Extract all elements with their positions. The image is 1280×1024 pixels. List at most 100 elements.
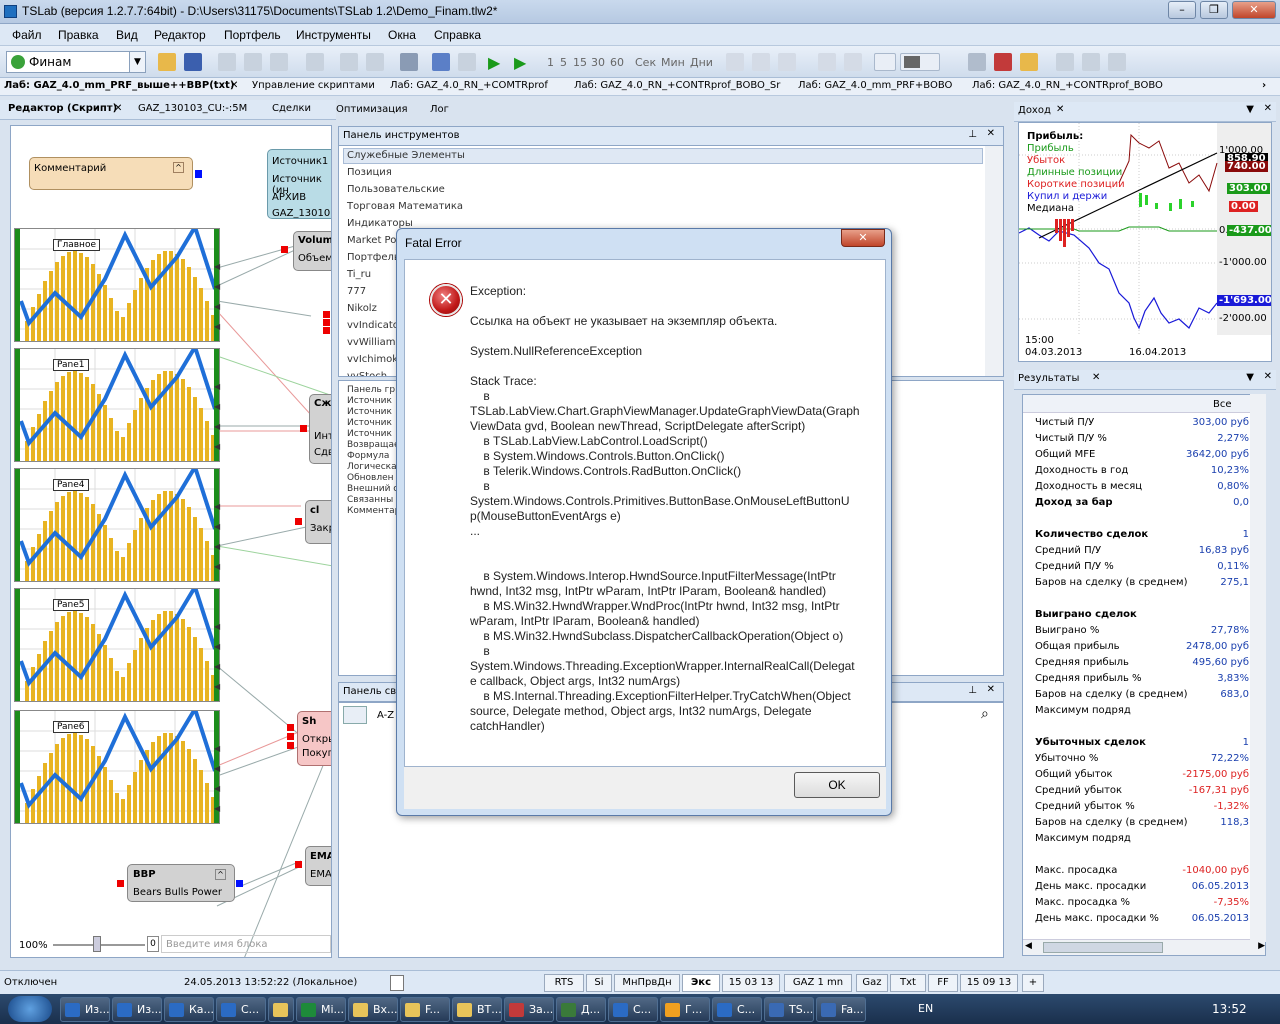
close-icon[interactable]: ✕ (1264, 371, 1272, 382)
tool-subitem[interactable]: Возвращае (347, 440, 400, 450)
input-port[interactable] (323, 311, 330, 318)
interval-1[interactable]: 1 (547, 56, 554, 69)
menu-help[interactable]: Справка (434, 28, 481, 42)
cut-icon[interactable] (244, 53, 262, 71)
unit-min[interactable]: Мин (661, 56, 685, 69)
tool-item[interactable]: Пользовательские (347, 184, 445, 195)
redo-icon[interactable] (366, 53, 384, 71)
doc-tab-5[interactable]: Лаб: GAZ_4.0_RN_+CONTRprof_BOBO (972, 80, 1163, 91)
save-layout-icon[interactable] (968, 53, 986, 71)
status-tab[interactable]: Экс (682, 974, 720, 992)
interval-15[interactable]: 15 (573, 56, 587, 69)
taskbar-button[interactable]: Из... (112, 997, 162, 1022)
pin-icon[interactable]: ⊥ (968, 685, 977, 696)
menu-file[interactable]: Файл (12, 28, 42, 42)
open-folder-icon[interactable] (158, 53, 176, 71)
close-window-button[interactable]: ✕ (1232, 1, 1276, 19)
menu-windows[interactable]: Окна (388, 28, 416, 42)
results-col-all[interactable]: Все (1213, 399, 1232, 410)
scroll-left-icon[interactable]: ◀ (1025, 941, 1032, 951)
comment-block[interactable]: Комментарий ^ (29, 157, 193, 190)
style-dropdown[interactable] (900, 53, 940, 71)
doc-tab-2[interactable]: Лаб: GAZ_4.0_RN_+COMTRprof (390, 80, 548, 91)
tool-item[interactable]: Ti_ru (347, 269, 371, 280)
input-port[interactable] (295, 518, 302, 525)
taskbar-button[interactable]: Fa... (816, 997, 866, 1022)
zoom-value[interactable]: 0 (147, 936, 159, 952)
status-tab[interactable]: Txt (890, 974, 926, 992)
taskbar-button[interactable]: С... (608, 997, 658, 1022)
cursor-icon[interactable] (726, 53, 744, 71)
input-port[interactable] (287, 724, 294, 731)
tool-item[interactable]: Портфель (347, 252, 400, 263)
flag-icon[interactable] (994, 53, 1012, 71)
save-icon[interactable] (184, 53, 202, 71)
status-tab[interactable]: RTS (544, 974, 584, 992)
tab-chart[interactable]: GAZ_130103_CU:-:5M (138, 103, 247, 114)
doc-tab-0[interactable]: Лаб: GAZ_4.0_mm_PRF_выше++BBP(txt) (4, 80, 234, 91)
ok-button[interactable]: OK (794, 772, 880, 798)
copy-icon[interactable] (218, 53, 236, 71)
chevron-down-icon[interactable]: ▼ (129, 52, 145, 72)
tab-trades[interactable]: Сделки (272, 103, 311, 114)
tab-log[interactable]: Лог (430, 104, 449, 115)
tab-results[interactable]: Результаты (1018, 373, 1079, 384)
pin-icon[interactable]: ⊥ (968, 129, 977, 140)
tool-item[interactable]: vvWilliams (347, 337, 401, 348)
volume-block[interactable]: Volum Объем (293, 231, 331, 271)
collapse-icon[interactable]: ^ (173, 162, 184, 173)
script-icon[interactable] (458, 53, 476, 71)
status-tab[interactable]: МнПрвДн (614, 974, 680, 992)
step-play-icon[interactable]: ▶ (514, 53, 532, 72)
dropdown-icon[interactable]: ▼ (1246, 372, 1254, 383)
tool-subitem[interactable]: Источник (347, 429, 392, 439)
sort-az-button[interactable]: A-Z (377, 710, 394, 721)
doc-tab-4[interactable]: Лаб: GAZ_4.0_mm_PRF+BOBO (798, 80, 952, 91)
doc-tab-1[interactable]: Управление скриптами (252, 80, 375, 91)
taskbar-button[interactable]: С... (712, 997, 762, 1022)
minimize-button[interactable]: – (1168, 1, 1196, 19)
interval-60[interactable]: 60 (610, 56, 624, 69)
output-port[interactable] (195, 170, 202, 178)
broker-select[interactable]: Финам ▼ (6, 51, 146, 73)
doc-tab-3[interactable]: Лаб: GAZ_4.0_RN_+CONTRprof_BOBO_Sr (574, 80, 780, 91)
undo-icon[interactable] (340, 53, 358, 71)
load-layout-icon[interactable] (1020, 53, 1038, 71)
tool-item[interactable]: vvIchimok (347, 354, 398, 365)
menu-portfolio[interactable]: Портфель (224, 28, 281, 42)
unit-days[interactable]: Дни (690, 56, 713, 69)
chart-pane[interactable]: Pane6 (14, 710, 220, 824)
status-tab[interactable]: Gaz (856, 974, 888, 992)
tool-item[interactable]: Nikolz (347, 303, 377, 314)
close-icon[interactable]: ✕ (1056, 104, 1064, 115)
tabs-overflow-icon[interactable]: › (1262, 80, 1266, 91)
chart-pane[interactable]: Pane4 (14, 468, 220, 582)
input-port[interactable] (287, 742, 294, 749)
text-icon[interactable] (844, 53, 862, 71)
collapse-icon[interactable]: ^ (215, 869, 226, 880)
taskbar-button[interactable]: Д... (556, 997, 606, 1022)
start-button[interactable] (8, 996, 52, 1022)
input-port[interactable] (287, 733, 294, 740)
chart-pane[interactable]: Главное (14, 228, 220, 342)
status-tab[interactable]: Si (586, 974, 612, 992)
tool-item[interactable]: Торговая Математика (347, 201, 463, 212)
menu-tools[interactable]: Инструменты (296, 28, 371, 42)
close-icon[interactable]: ✕ (987, 684, 995, 695)
close-icon[interactable]: ✕ (987, 128, 995, 139)
tool-subitem[interactable]: Логическа (347, 462, 397, 472)
status-tab[interactable]: GAZ 1 mn (784, 974, 852, 992)
close-icon[interactable]: ✕ (230, 80, 238, 91)
chart-pane[interactable]: Pane5 (14, 588, 220, 702)
status-tab[interactable]: FF (928, 974, 958, 992)
menu-edit[interactable]: Правка (58, 28, 99, 42)
status-toggle[interactable] (390, 975, 404, 991)
interval-5[interactable]: 5 (560, 56, 567, 69)
unit-sec[interactable]: Сек (635, 56, 656, 69)
input-port[interactable] (281, 246, 288, 253)
tool-subitem[interactable]: Внешний с (347, 484, 398, 494)
tool-subitem[interactable]: Источник (347, 407, 392, 417)
tool-subitem[interactable]: Комментар (347, 506, 400, 516)
dropdown-icon[interactable]: ▼ (1246, 104, 1254, 115)
dialog-close-button[interactable]: ✕ (841, 229, 885, 247)
